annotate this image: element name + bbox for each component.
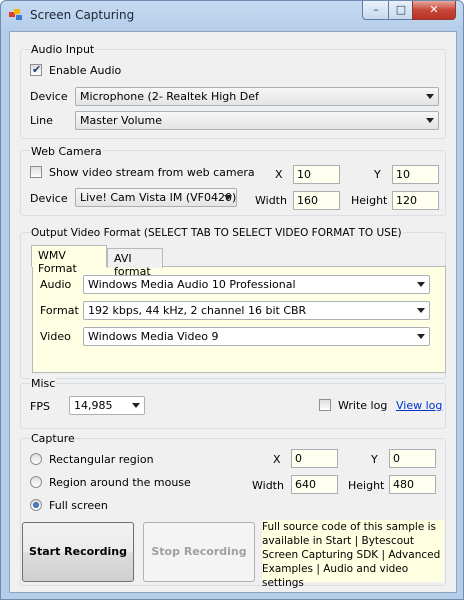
minimize-button[interactable]: – [362,1,390,20]
audio-device-combo[interactable]: Microphone (2- Realtek High Def [75,87,439,106]
capture-height-input[interactable]: 480 [389,475,436,494]
chevron-down-icon [224,195,232,200]
radio-full-screen[interactable] [30,499,42,511]
region-around-mouse-label: Region around the mouse [49,476,191,489]
enable-audio-checkbox[interactable]: ✔ [30,63,42,76]
radio-rectangular-region[interactable] [30,453,42,465]
capture-height-label: Height [348,479,385,492]
wmv-format-label: Format [40,304,79,317]
capture-width-input[interactable]: 640 [291,475,338,494]
tab-avi-format[interactable]: AVI format [107,248,163,278]
wmv-video-value: Windows Media Video 9 [88,330,219,343]
audio-input-title: Audio Input [30,43,96,56]
chevron-down-icon [417,334,425,339]
check-mark-icon: ✔ [32,63,42,76]
fps-value: 14,985 [74,399,113,412]
webcam-height-label: Height [351,194,388,207]
webcam-y-label: Y [374,168,381,181]
app-icon [9,9,22,20]
chevron-down-icon [132,403,140,408]
wmv-audio-combo[interactable]: Windows Media Audio 10 Professional [83,275,430,294]
write-log-label: Write log [338,399,388,412]
capture-x-label: X [273,453,281,466]
capture-y-input[interactable]: 0 [389,449,436,468]
audio-line-label: Line [30,114,53,127]
show-webcam-checkbox[interactable] [30,166,42,178]
webcam-device-label: Device [30,192,68,205]
webcam-device-combo[interactable]: Live! Cam Vista IM (VF0420) [75,188,237,207]
webcam-x-label: X [275,168,283,181]
misc-title: Misc [30,377,57,390]
info-text: Full source code of this sample is avail… [262,520,444,589]
radio-selected-dot [33,502,39,508]
web-camera-title: Web Camera [30,145,103,158]
webcam-device-value: Live! Cam Vista IM (VF0420) [80,191,237,204]
close-button[interactable]: ✕ [412,1,456,20]
wmv-audio-label: Audio [40,278,72,291]
stop-recording-button[interactable]: Stop Recording [143,522,255,582]
audio-line-combo[interactable]: Master Volume [75,111,439,130]
view-log-link[interactable]: View log [396,399,442,412]
wmv-format-combo[interactable]: 192 kbps, 44 kHz, 2 channel 16 bit CBR [83,301,430,320]
capture-y-label: Y [371,453,378,466]
webcam-width-label: Width [255,194,287,207]
webcam-height-input[interactable]: 120 [392,191,439,210]
audio-device-value: Microphone (2- Realtek High Def [80,90,259,103]
window-title: Screen Capturing [30,8,135,22]
webcam-y-input[interactable]: 10 [392,165,439,184]
capture-title: Capture [30,432,76,445]
capture-width-label: Width [252,479,284,492]
maximize-button[interactable]: □ [388,1,414,20]
start-recording-button[interactable]: Start Recording [22,522,134,582]
tab-wmv-format[interactable]: WMV Format [31,245,107,275]
title-bar[interactable]: Screen Capturing – □ ✕ [1,1,463,31]
wmv-audio-value: Windows Media Audio 10 Professional [88,278,296,291]
output-format-title: Output Video Format (SELECT TAB TO SELEC… [30,227,403,239]
chevron-down-icon [426,94,434,99]
fps-combo[interactable]: 14,985 [69,396,145,415]
wmv-video-label: Video [40,330,71,343]
webcam-width-input[interactable]: 160 [293,191,340,210]
chevron-down-icon [417,282,425,287]
webcam-x-input[interactable]: 10 [293,165,340,184]
audio-device-label: Device [30,90,68,103]
show-webcam-label: Show video stream from web camera [49,166,255,179]
radio-region-around-mouse[interactable] [30,476,42,488]
chevron-down-icon [426,118,434,123]
enable-audio-label: Enable Audio [49,64,122,77]
wmv-video-combo[interactable]: Windows Media Video 9 [83,327,430,346]
audio-line-value: Master Volume [80,114,162,127]
client-area: Audio Input ✔ Enable Audio Device Microp… [9,31,457,593]
full-screen-label: Full screen [49,499,108,512]
capture-x-input[interactable]: 0 [291,449,338,468]
app-window: Screen Capturing – □ ✕ Audio Input ✔ Ena… [0,0,464,600]
fps-label: FPS [30,400,50,413]
chevron-down-icon [417,308,425,313]
write-log-checkbox[interactable] [319,399,331,411]
rectangular-region-label: Rectangular region [49,453,154,466]
wmv-format-value: 192 kbps, 44 kHz, 2 channel 16 bit CBR [88,304,307,317]
